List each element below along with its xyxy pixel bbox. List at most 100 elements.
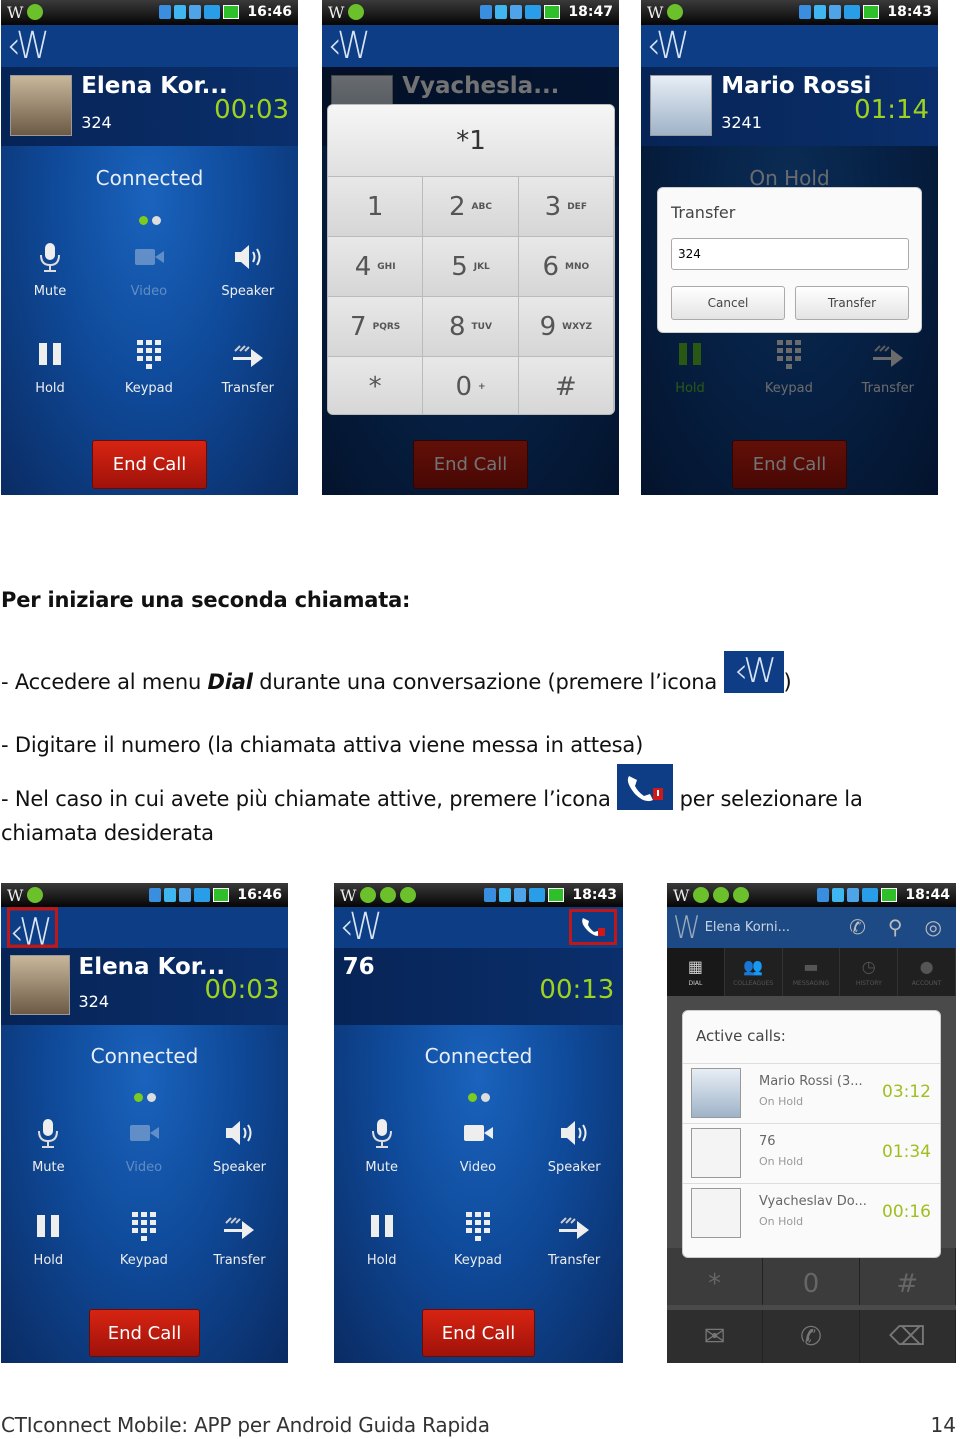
button-keypad[interactable]: Keypad (100, 337, 198, 396)
page-dot-active (133, 1093, 143, 1102)
status-check-icon[interactable]: ◎ (925, 915, 942, 939)
transfer-confirm-button[interactable]: Transfer (795, 286, 909, 320)
phone-screenshot: W 16:46 ‹W Elena Kor... 324 00:03 Connected Mut… (1, 0, 298, 495)
key-digit: 5 (451, 251, 468, 282)
active-calls-icon[interactable] (569, 909, 617, 946)
status-time: 18:43 (572, 887, 617, 903)
call-notification-icon (380, 887, 397, 903)
app-notification-icon: W (7, 2, 24, 22)
end-call-button[interactable]: End Call (91, 439, 208, 490)
button-hold[interactable]: Hold (1, 337, 99, 396)
search-icon[interactable]: ⚲ (888, 915, 903, 939)
tab-messaging[interactable]: ▬ MESSAGING (783, 947, 841, 996)
tab-account[interactable]: ● ACCOUNT (898, 947, 956, 996)
signal-icon (529, 888, 546, 902)
dial-menu-icon[interactable]: ‹W (7, 24, 50, 68)
caller-name: 76 (342, 953, 375, 980)
dial-menu-icon[interactable]: ‹W (340, 905, 383, 949)
instruction-line-1: - Accedere al menu Dial durante una conv… (1, 651, 792, 694)
dial-menu-icon[interactable]: ‹W (328, 24, 371, 68)
key-letters: ABC (471, 201, 492, 212)
mic-icon (31, 1118, 65, 1154)
button-speaker[interactable]: Speaker (192, 1116, 287, 1175)
button-transfer[interactable]: Transfer (199, 337, 297, 396)
call-notification-icon (348, 4, 365, 21)
button-speaker[interactable]: Speaker (199, 240, 297, 299)
button-mute[interactable]: Mute (1, 240, 99, 299)
backspace-icon[interactable]: ⌫ (860, 1310, 956, 1363)
dialpad-key[interactable]: 9 WXYZ (518, 297, 614, 357)
message-icon[interactable]: ✉ (667, 1310, 764, 1363)
cancel-button[interactable]: Cancel (671, 286, 785, 320)
button-hold[interactable]: Hold (334, 1209, 429, 1268)
battery-icon (881, 888, 898, 902)
caller-number: 324 (78, 992, 110, 1012)
button-mute[interactable]: Mute (1, 1116, 96, 1175)
call-timer: 03:12 (882, 1082, 931, 1102)
call-notification-icon (667, 4, 684, 21)
dial-menu-icon[interactable]: ‹W (7, 907, 58, 955)
dialpad-key[interactable]: 2 ABC (423, 177, 519, 237)
button-label: Transfer (548, 1253, 601, 1269)
status-bar: W 16:46 (1, 0, 298, 25)
button-mute[interactable]: Mute (334, 1116, 429, 1175)
button-label: Mute (33, 284, 67, 300)
active-call-row[interactable]: Mario Rossi (3... On Hold 03:12 (683, 1063, 940, 1121)
key-digit: 7 (350, 311, 367, 342)
button-keypad[interactable]: Keypad (430, 1209, 525, 1268)
button-video[interactable]: Video (430, 1116, 525, 1175)
end-call-button[interactable]: End Call (88, 1309, 201, 1358)
dialpad-key[interactable]: 7 PQRS (328, 297, 424, 357)
button-hold[interactable]: Hold (1, 1209, 96, 1268)
key-digit: 2 (449, 191, 466, 222)
bottom-bar: ✉ ✆ ⌫ (667, 1310, 956, 1363)
button-video[interactable]: Video (100, 240, 198, 299)
status-bar: W 18:44 (667, 883, 956, 907)
active-call-row[interactable]: Vyacheslav Do... On Hold 00:16 (683, 1183, 940, 1241)
tab-label: ACCOUNT (911, 979, 942, 987)
button-keypad[interactable]: Keypad (97, 1209, 192, 1268)
call-icon[interactable]: ✆ (763, 1310, 860, 1363)
tab-colleagues[interactable]: 👥 COLLEAGUES (725, 947, 783, 996)
dialpad-key[interactable]: 1 (328, 177, 424, 237)
caller-avatar (9, 955, 70, 1016)
active-call-row[interactable]: 76 On Hold 01:34 (683, 1123, 940, 1181)
dialpad-key[interactable]: 0 + (423, 357, 519, 414)
dialpad-key[interactable]: 3 DEF (518, 177, 614, 237)
dialpad-key[interactable]: 5 JKL (423, 237, 519, 297)
call-status: On Hold (759, 1095, 804, 1108)
bluetooth-icon (799, 5, 812, 20)
tab-dial[interactable]: ▦ DIAL (667, 947, 725, 996)
text: per selezionare la (673, 787, 863, 811)
caller-info: Elena Kor... 324 00:03 (1, 66, 298, 146)
button-video[interactable]: Video (97, 1116, 192, 1175)
dial-menu-name: Dial (207, 670, 253, 694)
speaker-icon (231, 245, 265, 278)
pause-icon (365, 1215, 399, 1247)
status-bar: W 18:43 (334, 883, 623, 907)
button-transfer[interactable]: Transfer (192, 1209, 287, 1268)
button-label: Hold (35, 380, 65, 396)
dialpad-key[interactable]: 6 MNO (518, 237, 614, 297)
tab-history[interactable]: ◷ HISTORY (840, 947, 899, 996)
pause-icon (33, 342, 67, 375)
dialpad-key[interactable]: 4 GHI (328, 237, 424, 297)
active-calls-icon[interactable]: ✆ (849, 915, 866, 939)
dialpad-key[interactable]: # (518, 357, 614, 414)
signal-icon (525, 5, 542, 20)
video-icon (461, 1124, 495, 1154)
battery-icon (213, 888, 230, 902)
button-speaker[interactable]: Speaker (526, 1116, 621, 1175)
button-label: Hold (33, 1253, 64, 1269)
text: - Accedere al menu (1, 670, 208, 694)
status-bar: W 18:43 (641, 0, 938, 25)
app-header: ‹W (641, 24, 938, 68)
wifi-icon (495, 5, 508, 20)
dial-menu-icon[interactable]: ‹W (647, 24, 690, 68)
dialpad-key[interactable]: * (328, 357, 424, 414)
transfer-number-input[interactable] (671, 238, 909, 270)
end-call-button[interactable]: End Call (422, 1309, 535, 1358)
app-header: ‹W (322, 24, 619, 68)
button-transfer[interactable]: Transfer (526, 1209, 621, 1268)
dialpad-key[interactable]: 8 TUV (423, 297, 519, 357)
